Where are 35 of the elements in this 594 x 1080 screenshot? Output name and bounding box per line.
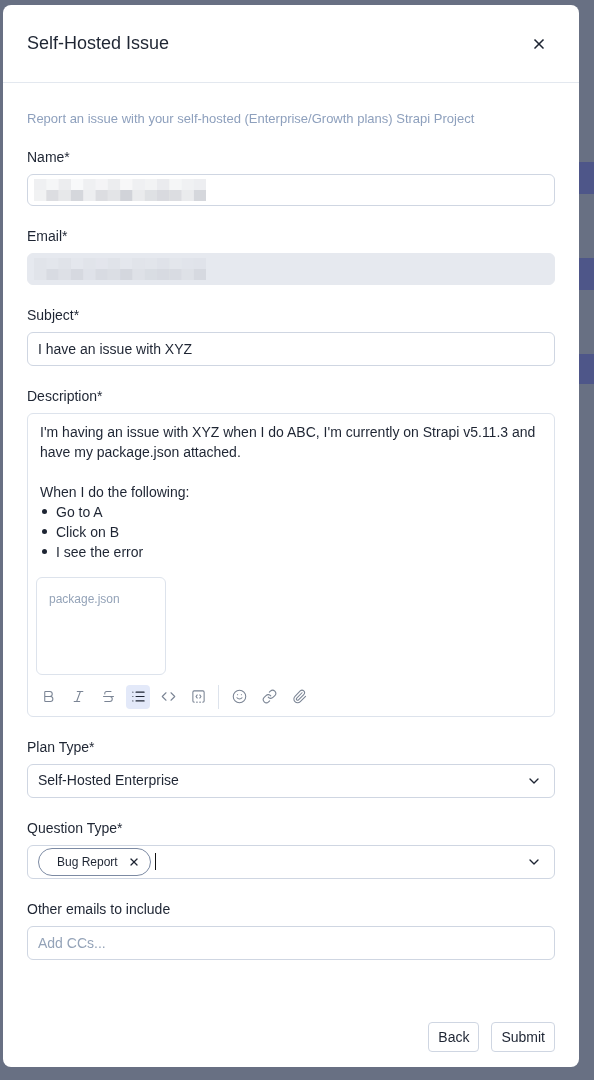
description-text: I'm having an issue with XYZ when I do ABC, I'm currently on Strapi v5.11.3 and have my package.json attached. (40, 422, 537, 462)
bullet-list-icon (130, 689, 146, 704)
bullet-icon (42, 509, 47, 514)
dialog-title: Self-Hosted Issue (27, 32, 170, 55)
list-item: I see the error (56, 542, 144, 562)
field-label: Other emails to include (27, 899, 172, 919)
list-item: Go to A (56, 502, 103, 522)
input-field[interactable]: Add CCs... (27, 925, 555, 960)
field-label: Subject* (27, 305, 81, 325)
field-label: Email* (27, 226, 69, 246)
input-field[interactable] (27, 173, 555, 206)
list-item: Click on B (56, 522, 120, 542)
bullet-icon (42, 549, 47, 554)
description-text: When I do the following: (40, 482, 191, 502)
plan-type-select[interactable]: Self-Hosted Enterprise (27, 763, 555, 798)
question-type-select[interactable]: Bug Report (27, 844, 555, 879)
bullet-icon (42, 529, 47, 534)
link-icon (261, 689, 277, 704)
paperclip-icon (291, 689, 307, 704)
field-label: Description* (27, 386, 104, 406)
back-button[interactable]: Back (428, 1022, 480, 1052)
bullet-list-button[interactable] (126, 684, 150, 709)
code-block-icon (190, 689, 206, 704)
field-label: Question Type* (27, 818, 124, 838)
input-field[interactable]: I have an issue with XYZ (27, 331, 555, 366)
code-icon (160, 689, 176, 704)
field-label: Plan Type* (27, 737, 96, 757)
text-cursor (154, 853, 157, 870)
intro-text: Report an issue with your self-hosted (Enterprise/Growth plans) Strapi Project (27, 110, 476, 128)
italic-icon (70, 689, 86, 704)
submit-button[interactable]: Submit (491, 1022, 555, 1052)
description-editor[interactable]: I'm having an issue with XYZ when I do ABC, I'm currently on Strapi v5.11.3 and have my package.json attached. When I do the following: Go to A Click on B I see the error package.json (27, 412, 555, 717)
field-label: Name* (27, 147, 71, 167)
strikethrough-icon (100, 689, 116, 704)
smiley-icon (231, 689, 247, 704)
